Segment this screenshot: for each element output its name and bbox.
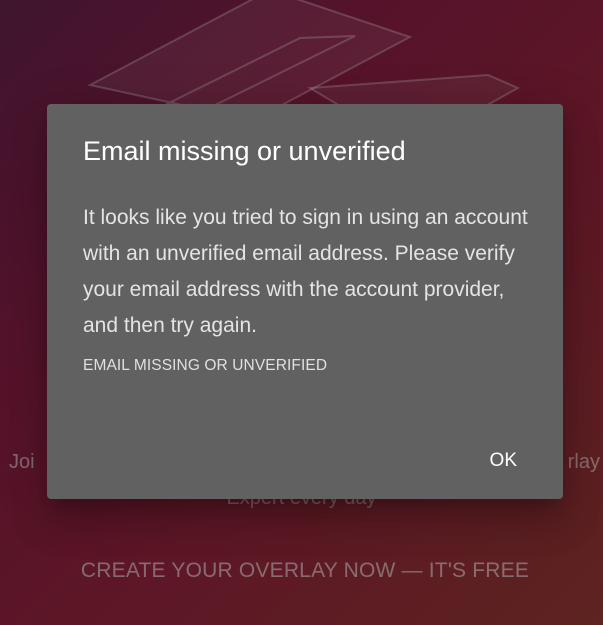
error-code: EMAIL MISSING OR UNVERIFIED [83,357,328,374]
dialog-message: It looks like you tried to sign in using… [83,206,528,337]
error-dialog: Email missing or unverified It looks lik… [47,104,563,499]
page-background: Joi rlay Expert every day CREATE YOUR OV… [0,0,603,625]
ok-button[interactable]: OK [472,442,535,480]
dialog-title: Email missing or unverified [83,136,406,166]
